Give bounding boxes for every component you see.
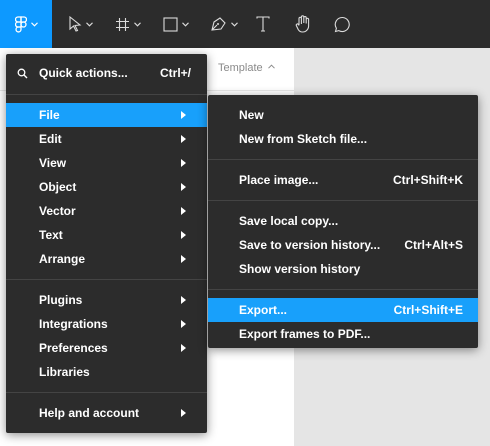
chevron-up-icon — [268, 64, 275, 69]
menu-item-vector[interactable]: Vector — [6, 199, 207, 223]
rectangle-icon — [163, 16, 178, 32]
menu-separator — [6, 392, 207, 393]
submenu-item-shortcut: Ctrl+Shift+K — [392, 173, 463, 187]
menu-item-plugins[interactable]: Plugins — [6, 288, 207, 312]
submenu-item-export[interactable]: Export... Ctrl+Shift+E — [208, 298, 478, 322]
chevron-down-icon — [231, 21, 238, 27]
chevron-right-icon — [181, 135, 186, 143]
menu-item-integrations[interactable]: Integrations — [6, 312, 207, 336]
menu-item-label: Text — [39, 228, 63, 242]
chevron-right-icon — [181, 409, 186, 417]
pen-tool-button[interactable] — [202, 0, 246, 48]
menu-item-label: Quick actions... — [39, 66, 128, 80]
menu-item-preferences[interactable]: Preferences — [6, 336, 207, 360]
pen-nib-icon — [211, 17, 226, 31]
menu-item-text[interactable]: Text — [6, 223, 207, 247]
menu-item-label: Help and account — [39, 406, 140, 420]
menu-item-label: Libraries — [39, 365, 90, 379]
menu-item-label: Arrange — [39, 252, 86, 266]
submenu-item-label: New from Sketch file... — [239, 132, 368, 146]
figma-logo-icon — [14, 15, 27, 33]
menu-item-label: Preferences — [39, 341, 108, 355]
menu-item-label: Object — [39, 180, 77, 194]
submenu-item-place-image[interactable]: Place image... Ctrl+Shift+K — [208, 168, 478, 192]
shape-tool-button[interactable] — [154, 0, 198, 48]
chevron-right-icon — [181, 255, 186, 263]
chevron-right-icon — [181, 183, 186, 191]
submenu-item-label: Save to version history... — [239, 238, 381, 252]
menu-item-label: Vector — [39, 204, 76, 218]
hand-icon — [295, 15, 309, 33]
hand-tool-button[interactable] — [288, 0, 318, 48]
frame-tool-button[interactable] — [106, 0, 150, 48]
chevron-down-icon — [134, 21, 141, 27]
chevron-right-icon — [181, 296, 186, 304]
submenu-item-label: Export frames to PDF... — [239, 327, 371, 341]
menu-item-file[interactable]: File — [6, 103, 207, 127]
comment-bubble-icon — [334, 16, 350, 32]
chevron-down-icon — [30, 21, 38, 27]
file-submenu: New New from Sketch file... Place image.… — [208, 95, 478, 348]
comment-tool-button[interactable] — [327, 0, 357, 48]
menu-item-libraries[interactable]: Libraries — [6, 360, 207, 384]
menu-item-view[interactable]: View — [6, 151, 207, 175]
menu-item-quick-actions[interactable]: Quick actions... Ctrl+/ — [6, 61, 207, 85]
menu-item-label: Integrations — [39, 317, 108, 331]
submenu-item-shortcut: Ctrl+Alt+S — [404, 238, 463, 252]
chevron-right-icon — [181, 344, 186, 352]
submenu-item-label: Export... — [239, 303, 288, 317]
submenu-item-label: Show version history — [239, 262, 361, 276]
text-tool-button[interactable] — [248, 0, 278, 48]
submenu-item-save-local-copy[interactable]: Save local copy... — [208, 209, 478, 233]
menu-item-label: View — [39, 156, 67, 170]
menu-item-label: Plugins — [39, 293, 83, 307]
submenu-item-new-from-sketch[interactable]: New from Sketch file... — [208, 127, 478, 151]
chevron-right-icon — [181, 111, 186, 119]
main-menu-tool-button[interactable] — [0, 0, 52, 48]
cursor-arrow-icon — [68, 16, 81, 32]
chevron-right-icon — [181, 231, 186, 239]
submenu-item-label: Place image... — [239, 173, 319, 187]
chevron-down-icon — [85, 21, 93, 27]
menu-separator — [6, 94, 207, 95]
menu-item-object[interactable]: Object — [6, 175, 207, 199]
menu-separator — [208, 289, 478, 290]
text-T-icon — [256, 16, 270, 32]
menu-separator — [6, 279, 207, 280]
submenu-item-new[interactable]: New — [208, 103, 478, 127]
submenu-item-label: Save local copy... — [239, 214, 339, 228]
menu-item-edit[interactable]: Edit — [6, 127, 207, 151]
menu-separator — [208, 159, 478, 160]
toolbar — [0, 0, 490, 48]
menu-item-arrange[interactable]: Arrange — [6, 247, 207, 271]
menu-item-label: File — [39, 108, 60, 122]
submenu-item-save-to-version-history[interactable]: Save to version history... Ctrl+Alt+S — [208, 233, 478, 257]
submenu-item-shortcut: Ctrl+Shift+E — [393, 303, 463, 317]
submenu-item-label: New — [239, 108, 264, 122]
menu-item-shortcut: Ctrl+/ — [159, 66, 191, 80]
menu-item-help-and-account[interactable]: Help and account — [6, 401, 207, 425]
chevron-down-icon — [182, 21, 189, 27]
menu-separator — [208, 200, 478, 201]
main-menu: Quick actions... Ctrl+/ File Edit View O… — [6, 54, 207, 433]
submenu-item-export-frames-to-pdf[interactable]: Export frames to PDF... — [208, 322, 478, 346]
move-tool-button[interactable] — [58, 0, 102, 48]
chevron-right-icon — [181, 159, 186, 167]
chevron-right-icon — [181, 320, 186, 328]
submenu-item-show-version-history[interactable]: Show version history — [208, 257, 478, 281]
template-label[interactable]: Template — [218, 62, 263, 74]
frame-hash-icon — [116, 17, 129, 31]
chevron-right-icon — [181, 207, 186, 215]
search-icon — [17, 68, 28, 78]
menu-item-label: Edit — [39, 132, 62, 146]
